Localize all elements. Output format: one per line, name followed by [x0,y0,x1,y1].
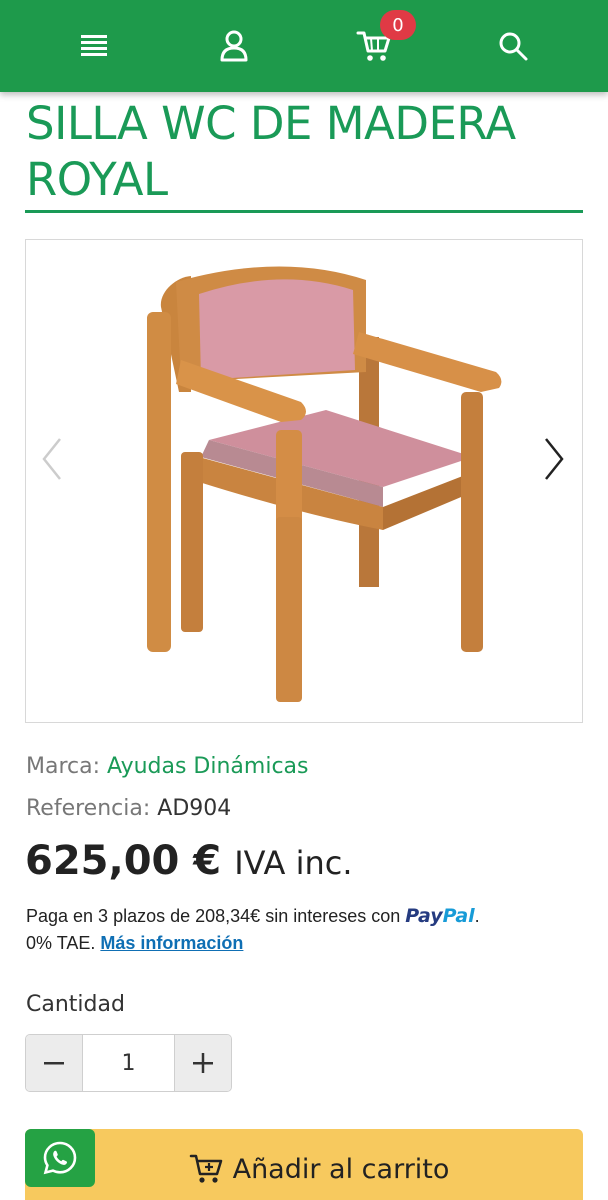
search-button[interactable] [491,24,535,68]
title-divider [25,210,583,213]
tax-note: IVA inc. [234,844,353,882]
brand-label: Marca: [26,754,101,779]
search-icon [499,32,528,61]
minus-icon [44,1062,64,1065]
account-button[interactable] [212,24,256,68]
brand-link[interactable]: Ayudas Dinámicas [107,754,308,779]
quantity-label: Cantidad [26,992,125,1017]
menu-icon [81,35,107,56]
product-price: 625,00 € [25,838,222,884]
top-nav-bar: 0 [0,0,608,92]
product-title: SILLA WC DE MADERA ROYAL [26,97,516,206]
quantity-stepper [25,1034,232,1092]
quantity-decrement-button[interactable] [26,1035,82,1091]
quantity-increment-button[interactable] [175,1035,231,1091]
chevron-left-icon [42,438,61,480]
more-info-link[interactable]: Más información [100,933,243,953]
paypal-financing-message: Paga en 3 plazos de 208,34€ sin interese… [26,903,586,957]
menu-button[interactable] [72,24,116,68]
product-image-gallery[interactable] [25,239,583,723]
paypal-logo: PayPal [405,905,474,927]
chevron-right-icon [545,438,564,480]
financing-period: . [474,906,480,926]
brand-line: Marca: Ayudas Dinámicas [26,754,309,779]
reference-line: Referencia: AD904 [26,796,231,821]
paypal-logo-pay: Pay [405,905,443,927]
quantity-input[interactable] [82,1035,175,1091]
paypal-logo-pal: Pal [442,905,475,927]
add-to-cart-label: Añadir al carrito [232,1153,450,1185]
price-row: 625,00 € IVA inc. [25,838,353,884]
tae-text: 0% TAE. [26,933,96,953]
gallery-next-button[interactable] [536,434,572,484]
reference-value: AD904 [157,796,232,821]
reference-label: Referencia: [26,796,151,821]
add-to-cart-icon [189,1154,222,1183]
whatsapp-button[interactable] [25,1129,95,1187]
whatsapp-icon [43,1141,77,1175]
cart-count-badge: 0 [380,10,416,40]
add-to-cart-button[interactable]: Añadir al carrito [25,1129,583,1200]
product-image [147,266,502,702]
gallery-prev-button[interactable] [34,434,70,484]
user-icon [220,30,248,62]
plus-icon [193,1053,213,1073]
financing-text: Paga en 3 plazos de 208,34€ sin interese… [26,906,401,926]
